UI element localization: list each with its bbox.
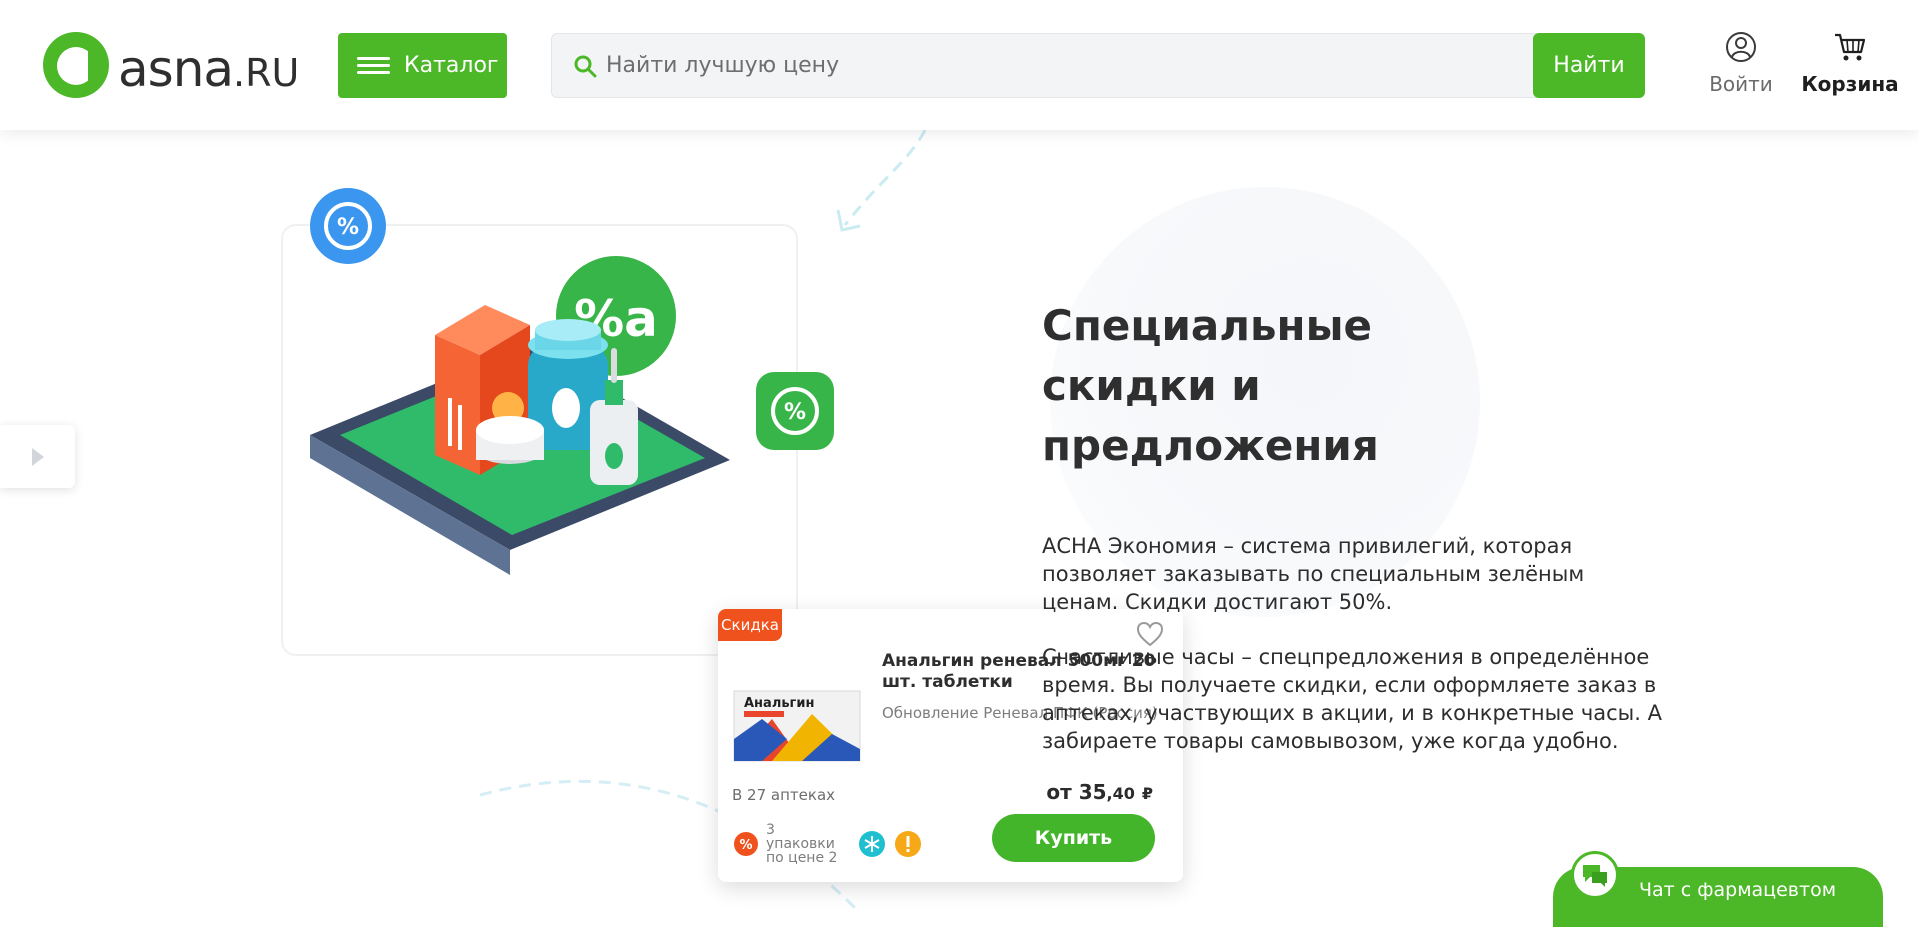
price-kopecks: ,40: [1106, 784, 1135, 803]
discount-badge: Скидка: [718, 609, 782, 641]
availability-text: В 27 аптеках: [732, 786, 836, 804]
product-price: от 35,40 ₽: [1046, 780, 1153, 804]
price-currency: ₽: [1141, 784, 1153, 803]
chat-label: Чат с фармацевтом: [1639, 879, 1837, 901]
svg-text:%: %: [784, 400, 806, 425]
play-arrow-icon: [31, 447, 44, 466]
search-input[interactable]: [606, 34, 1506, 97]
cart-icon: [1835, 33, 1866, 61]
pharmacist-chat-button[interactable]: Чат с фармацевтом: [1553, 851, 1883, 927]
product-box-label: Анальгин: [744, 696, 814, 711]
promo-text: 3 упаковки по цене 2: [766, 822, 838, 866]
site-header: asna.RU Каталог Найти Войти Корзина: [0, 0, 1919, 130]
logo-wordmark: asna.RU: [118, 40, 300, 98]
buy-button[interactable]: Купить: [992, 814, 1155, 862]
login-button[interactable]: Войти: [1706, 30, 1776, 96]
login-label: Войти: [1709, 72, 1773, 96]
promo-illustration: %a % % Скидка Анальгин Анальгин реневал …: [260, 129, 1183, 915]
search-icon: [574, 55, 597, 78]
catalog-button[interactable]: Каталог: [338, 33, 507, 98]
section-title: Специальные скидки и предложения: [1042, 301, 1379, 470]
cart-button[interactable]: Корзина: [1792, 30, 1908, 96]
warning-icon: [895, 831, 921, 857]
svg-text:%: %: [337, 215, 359, 240]
snowflake-icon: [859, 831, 885, 857]
percent-badge-icon: %: [734, 832, 758, 856]
price-prefix: от: [1046, 780, 1072, 804]
asna-logo[interactable]: asna.RU: [42, 30, 302, 100]
svg-text:%: %: [739, 838, 752, 853]
cart-label: Корзина: [1801, 72, 1899, 96]
search-button[interactable]: Найти: [1533, 33, 1645, 98]
side-panel-toggle[interactable]: [0, 425, 75, 488]
price-main: 35: [1078, 780, 1107, 804]
user-icon: [1726, 32, 1756, 62]
promo-row: % 3 упаковки по цене 2: [732, 823, 922, 865]
asna-logo-icon: [43, 32, 109, 98]
search-bar: [551, 33, 1645, 98]
product-image: Анальгин: [733, 690, 861, 762]
chat-icon: [1571, 851, 1619, 899]
economy-description: АСНА Экономия – система привилегий, кото…: [1042, 534, 1585, 614]
catalog-label: Каталог: [404, 53, 499, 78]
happy-hours-description: Счастливые часы – спецпредложения в опре…: [1042, 645, 1662, 753]
menu-icon: [357, 56, 390, 75]
